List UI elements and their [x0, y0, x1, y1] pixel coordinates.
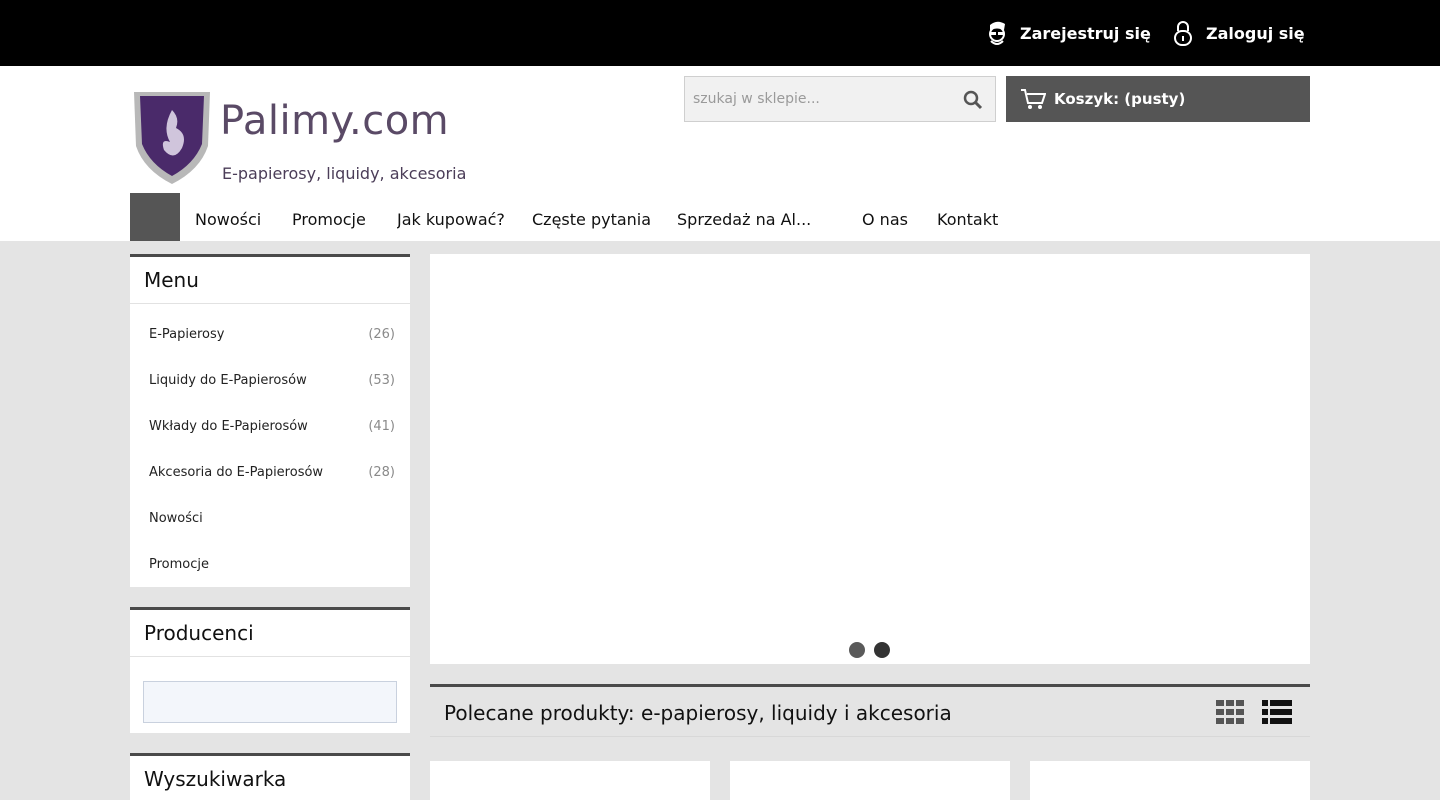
grid-view-icon[interactable] [1216, 700, 1244, 724]
category-item[interactable]: Promocje [130, 542, 410, 588]
banner-slider[interactable] [430, 254, 1310, 664]
search-block: Wyszukiwarka [130, 753, 410, 800]
category-count: (26) [368, 327, 395, 342]
cart-icon [1021, 89, 1046, 109]
site-logo[interactable]: Palimy.com E-papierosy, liquidy, akcesor… [130, 88, 470, 188]
search-icon[interactable] [963, 90, 983, 110]
list-view-icon[interactable] [1262, 700, 1292, 724]
slider-dot-active[interactable] [874, 642, 890, 658]
nav-item-kontakt[interactable]: Kontakt [937, 209, 998, 241]
category-label: Akcesoria do E-Papierosów [149, 465, 324, 480]
producers-block: Producenci [130, 607, 410, 733]
shield-logo-icon [134, 92, 210, 184]
nav-item-czeste-pytania[interactable]: Częste pytania [532, 209, 651, 241]
slider-dot[interactable] [849, 642, 865, 658]
category-item[interactable]: Nowości [130, 496, 410, 542]
category-list: E-Papierosy (26) Liquidy do E-Papierosów (… [130, 304, 410, 588]
category-count: (28) [368, 465, 395, 480]
site-header: Palimy.com E-papierosy, liquidy, akcesor… [0, 66, 1440, 241]
menu-block: Menu E-Papierosy (26) Liquidy do E-Papier… [130, 254, 410, 587]
category-label: E-Papierosy [149, 327, 225, 342]
search-box [684, 76, 996, 122]
category-count: (41) [368, 419, 395, 434]
search-block-title: Wyszukiwarka [130, 756, 410, 800]
search-input[interactable] [685, 77, 955, 121]
category-item[interactable]: Akcesoria do E-Papierosów (28) [130, 450, 410, 496]
category-label: Nowości [149, 511, 203, 526]
product-card[interactable] [730, 761, 1010, 800]
home-button[interactable] [130, 193, 180, 241]
logo-tagline: E-papierosy, liquidy, akcesoria [222, 164, 467, 183]
login-label: Zaloguj się [1206, 23, 1305, 43]
nav-item-sprzedaz[interactable]: Sprzedaż na Al... [677, 209, 837, 241]
producers-title: Producenci [130, 610, 410, 657]
product-card[interactable] [430, 761, 710, 800]
logo-brand: Palimy.com [220, 98, 450, 144]
producer-select[interactable] [143, 681, 397, 723]
category-item[interactable]: Wkłady do E-Papierosów (41) [130, 404, 410, 450]
category-label: Liquidy do E-Papierosów [149, 373, 307, 388]
product-card[interactable] [1030, 761, 1310, 800]
login-link[interactable]: Zaloguj się [1172, 0, 1305, 66]
nav-item-nowosci[interactable]: Nowości [195, 209, 261, 241]
category-item[interactable]: Liquidy do E-Papierosów (53) [130, 358, 410, 404]
cart-button[interactable]: Koszyk: (pusty) [1006, 76, 1310, 122]
register-link[interactable]: Zarejestruj się [986, 0, 1151, 66]
lock-icon [1174, 21, 1192, 46]
top-bar: Zarejestruj się Zaloguj się [0, 0, 1440, 66]
featured-title: Polecane produkty: e-papierosy, liquidy … [444, 701, 952, 725]
nav-item-promocje[interactable]: Promocje [292, 209, 366, 241]
category-item[interactable]: E-Papierosy (26) [130, 312, 410, 358]
category-label: Wkłady do E-Papierosów [149, 419, 308, 434]
menu-title: Menu [130, 257, 410, 304]
register-label: Zarejestruj się [1020, 23, 1151, 43]
cart-label: Koszyk: (pusty) [1054, 90, 1186, 108]
category-label: Promocje [149, 557, 209, 572]
main-nav: Nowości Promocje Jak kupować? Częste pyt… [130, 193, 1310, 241]
featured-header: Polecane produkty: e-papierosy, liquidy … [430, 684, 1310, 737]
category-count: (53) [368, 373, 395, 388]
nav-item-jak-kupowac[interactable]: Jak kupować? [397, 209, 505, 241]
nav-item-o-nas[interactable]: O nas [862, 209, 908, 241]
user-icon [989, 21, 1005, 45]
